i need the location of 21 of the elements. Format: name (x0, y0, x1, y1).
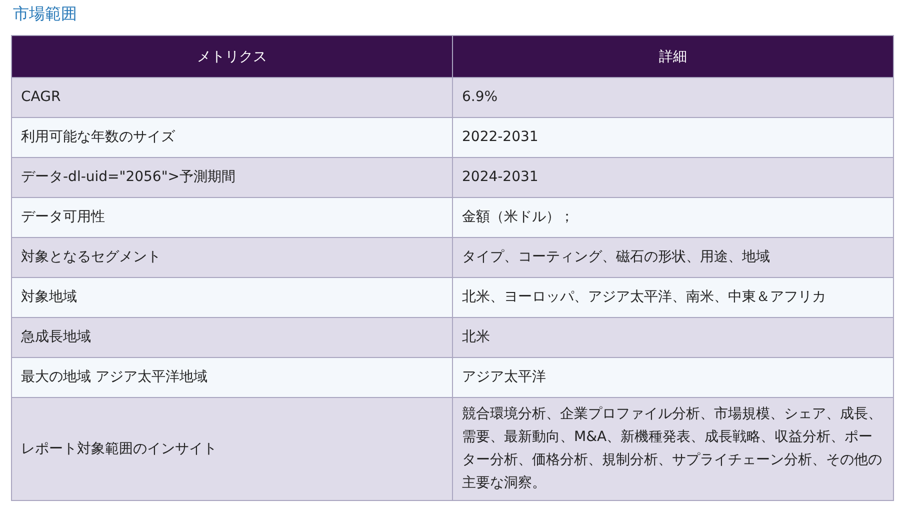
table-cell: データ-dl-uid="2056">予測期間 (12, 158, 452, 198)
table-cell: 2022-2031 (452, 118, 894, 158)
table-cell: 対象地域 (12, 278, 452, 318)
table-cell: 金額（米ドル）； (452, 198, 894, 238)
column-header: メトリクス (12, 36, 452, 78)
table-cell: CAGR (12, 78, 452, 118)
table-cell: 2024-2031 (452, 158, 894, 198)
table-cell: 北米、ヨーロッパ、アジア太平洋、南米、中東＆アフリカ (452, 278, 894, 318)
table-cell: 北米 (452, 318, 894, 358)
table-cell: 6.9% (452, 78, 894, 118)
table-cell: タイプ、コーティング、磁石の形状、用途、地域 (452, 238, 894, 278)
section-heading: 市場範囲 (13, 3, 78, 25)
table-cell: データ可用性 (12, 198, 452, 238)
table-cell: アジア太平洋 (452, 358, 894, 398)
table-cell: 利用可能な年数のサイズ (12, 118, 452, 158)
table-cell: 競合環境分析、企業プロファイル分析、市場規模、シェア、成長、需要、最新動向、M&A、新機種発表、成長戦略、収益分析、ポーター分析、価格分析、規制分析、サプライチェーン分析、その他の主要な洞察。 (452, 398, 894, 500)
column-header: 詳細 (452, 36, 894, 78)
table-cell: 急成長地域 (12, 318, 452, 358)
table-cell: 最大の地域 アジア太平洋地域 (12, 358, 452, 398)
table-cell: 対象となるセグメント (12, 238, 452, 278)
table-cell: レポート対象範囲のインサイト (12, 398, 452, 500)
